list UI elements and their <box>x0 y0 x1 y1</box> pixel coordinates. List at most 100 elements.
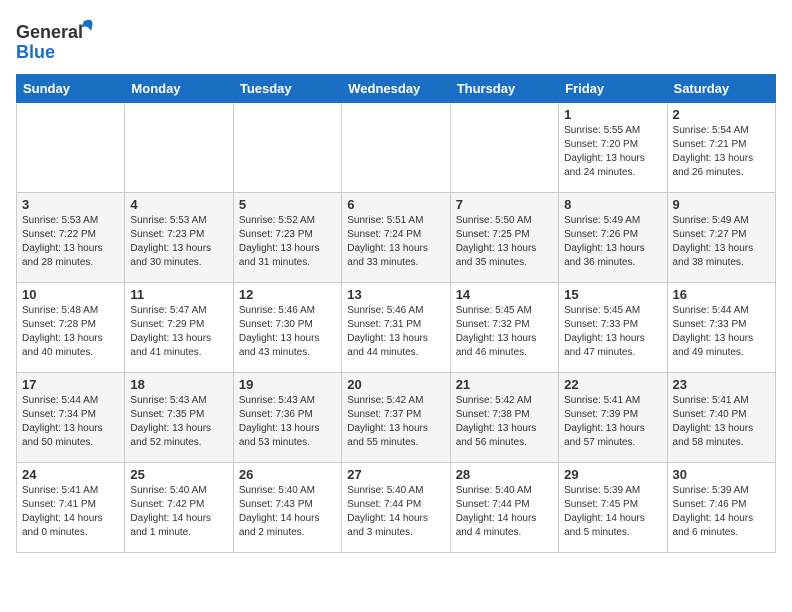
day-number: 23 <box>673 377 770 392</box>
day-number: 18 <box>130 377 227 392</box>
day-info: Sunrise: 5:49 AM Sunset: 7:27 PM Dayligh… <box>673 214 770 270</box>
calendar-week-row: 3Sunrise: 5:53 AM Sunset: 7:22 PM Daylig… <box>17 193 776 283</box>
calendar-cell: 30Sunrise: 5:39 AM Sunset: 7:46 PM Dayli… <box>667 463 775 553</box>
calendar-cell: 8 Sunrise: 5:49 AM Sunset: 7:26 PM Daylig… <box>559 193 667 283</box>
calendar-cell: 5 Sunrise: 5:52 AM Sunset: 7:23 PM Daylig… <box>233 193 341 283</box>
day-info: Sunrise: 5:45 AM Sunset: 7:33 PM Dayligh… <box>564 304 661 360</box>
calendar-cell: 27 Sunrise: 5:40 AM Sunset: 7:44 PM Dayli… <box>342 463 450 553</box>
calendar-cell: 24 Sunrise: 5:41 AM Sunset: 7:41 PM Dayli… <box>17 463 125 553</box>
calendar-table: SundayMondayTuesdayWednesdayThursdayFrid… <box>16 74 776 553</box>
day-number: 2 <box>673 107 770 122</box>
calendar-cell: 12 Sunrise: 5:46 AM Sunset: 7:30 PM Dayli… <box>233 283 341 373</box>
day-number: 19 <box>239 377 336 392</box>
day-number: 4 <box>130 197 227 212</box>
calendar-cell: 19 Sunrise: 5:43 AM Sunset: 7:36 PM Dayli… <box>233 373 341 463</box>
calendar-cell <box>450 103 558 193</box>
day-number: 21 <box>456 377 553 392</box>
logo: GeneralBlue <box>16 16 96 66</box>
day-number: 25 <box>130 467 227 482</box>
day-info: Sunrise: 5:55 AM Sunset: 7:20 PM Dayligh… <box>564 124 661 180</box>
day-info: Sunrise: 5:52 AM Sunset: 7:23 PM Dayligh… <box>239 214 336 270</box>
day-info: Sunrise: 5:40 AM Sunset: 7:43 PM Dayligh… <box>239 484 336 540</box>
day-number: 17 <box>22 377 119 392</box>
calendar-cell <box>125 103 233 193</box>
day-number: 15 <box>564 287 661 302</box>
day-info: Sunrise: 5:47 AM Sunset: 7:29 PM Dayligh… <box>130 304 227 360</box>
day-number: 27 <box>347 467 444 482</box>
weekday-header-tuesday: Tuesday <box>233 75 341 103</box>
calendar-cell: 29 Sunrise: 5:39 AM Sunset: 7:45 PM Dayli… <box>559 463 667 553</box>
day-info: Sunrise: 5:41 AM Sunset: 7:39 PM Dayligh… <box>564 394 661 450</box>
svg-text:Blue: Blue <box>16 42 55 62</box>
day-number: 5 <box>239 197 336 212</box>
day-number: 9 <box>673 197 770 212</box>
day-info: Sunrise: 5:43 AM Sunset: 7:36 PM Dayligh… <box>239 394 336 450</box>
day-info: Sunrise: 5:40 AM Sunset: 7:44 PM Dayligh… <box>347 484 444 540</box>
weekday-header-friday: Friday <box>559 75 667 103</box>
day-info: Sunrise: 5:43 AM Sunset: 7:35 PM Dayligh… <box>130 394 227 450</box>
day-info: Sunrise: 5:40 AM Sunset: 7:44 PM Dayligh… <box>456 484 553 540</box>
day-number: 14 <box>456 287 553 302</box>
calendar-cell: 18 Sunrise: 5:43 AM Sunset: 7:35 PM Dayli… <box>125 373 233 463</box>
calendar-cell: 10 Sunrise: 5:48 AM Sunset: 7:28 PM Dayli… <box>17 283 125 373</box>
calendar-week-row: 10 Sunrise: 5:48 AM Sunset: 7:28 PM Dayli… <box>17 283 776 373</box>
day-info: Sunrise: 5:50 AM Sunset: 7:25 PM Dayligh… <box>456 214 553 270</box>
day-info: Sunrise: 5:39 AM Sunset: 7:45 PM Dayligh… <box>564 484 661 540</box>
calendar-cell <box>17 103 125 193</box>
day-info: Sunrise: 5:41 AM Sunset: 7:40 PM Dayligh… <box>673 394 770 450</box>
calendar-cell <box>233 103 341 193</box>
day-number: 6 <box>347 197 444 212</box>
day-number: 11 <box>130 287 227 302</box>
day-number: 7 <box>456 197 553 212</box>
weekday-header-saturday: Saturday <box>667 75 775 103</box>
day-number: 28 <box>456 467 553 482</box>
calendar-cell: 1 Sunrise: 5:55 AM Sunset: 7:20 PM Daylig… <box>559 103 667 193</box>
day-info: Sunrise: 5:42 AM Sunset: 7:38 PM Dayligh… <box>456 394 553 450</box>
day-info: Sunrise: 5:51 AM Sunset: 7:24 PM Dayligh… <box>347 214 444 270</box>
calendar-cell: 21 Sunrise: 5:42 AM Sunset: 7:38 PM Dayli… <box>450 373 558 463</box>
page-header: GeneralBlue <box>16 16 776 66</box>
calendar-cell: 14 Sunrise: 5:45 AM Sunset: 7:32 PM Dayli… <box>450 283 558 373</box>
day-number: 20 <box>347 377 444 392</box>
weekday-header-row: SundayMondayTuesdayWednesdayThursdayFrid… <box>17 75 776 103</box>
calendar-cell: 26 Sunrise: 5:40 AM Sunset: 7:43 PM Dayli… <box>233 463 341 553</box>
calendar-week-row: 24 Sunrise: 5:41 AM Sunset: 7:41 PM Dayli… <box>17 463 776 553</box>
day-info: Sunrise: 5:48 AM Sunset: 7:28 PM Dayligh… <box>22 304 119 360</box>
day-number: 29 <box>564 467 661 482</box>
calendar-cell: 15 Sunrise: 5:45 AM Sunset: 7:33 PM Dayli… <box>559 283 667 373</box>
calendar-cell: 20 Sunrise: 5:42 AM Sunset: 7:37 PM Dayli… <box>342 373 450 463</box>
calendar-cell: 11 Sunrise: 5:47 AM Sunset: 7:29 PM Dayli… <box>125 283 233 373</box>
day-info: Sunrise: 5:54 AM Sunset: 7:21 PM Dayligh… <box>673 124 770 180</box>
day-number: 1 <box>564 107 661 122</box>
day-info: Sunrise: 5:45 AM Sunset: 7:32 PM Dayligh… <box>456 304 553 360</box>
day-info: Sunrise: 5:42 AM Sunset: 7:37 PM Dayligh… <box>347 394 444 450</box>
day-number: 10 <box>22 287 119 302</box>
logo-svg: GeneralBlue <box>16 16 96 66</box>
day-number: 16 <box>673 287 770 302</box>
calendar-cell: 2 Sunrise: 5:54 AM Sunset: 7:21 PM Daylig… <box>667 103 775 193</box>
calendar-cell: 17 Sunrise: 5:44 AM Sunset: 7:34 PM Dayli… <box>17 373 125 463</box>
svg-text:General: General <box>16 22 83 42</box>
calendar-cell: 16 Sunrise: 5:44 AM Sunset: 7:33 PM Dayli… <box>667 283 775 373</box>
calendar-week-row: 1 Sunrise: 5:55 AM Sunset: 7:20 PM Daylig… <box>17 103 776 193</box>
calendar-cell: 3Sunrise: 5:53 AM Sunset: 7:22 PM Daylig… <box>17 193 125 283</box>
day-info: Sunrise: 5:53 AM Sunset: 7:23 PM Dayligh… <box>130 214 227 270</box>
calendar-cell: 25 Sunrise: 5:40 AM Sunset: 7:42 PM Dayli… <box>125 463 233 553</box>
day-number: 12 <box>239 287 336 302</box>
day-info: Sunrise: 5:49 AM Sunset: 7:26 PM Dayligh… <box>564 214 661 270</box>
calendar-cell: 28 Sunrise: 5:40 AM Sunset: 7:44 PM Dayli… <box>450 463 558 553</box>
day-info: Sunrise: 5:40 AM Sunset: 7:42 PM Dayligh… <box>130 484 227 540</box>
day-number: 8 <box>564 197 661 212</box>
calendar-cell: 7 Sunrise: 5:50 AM Sunset: 7:25 PM Daylig… <box>450 193 558 283</box>
day-number: 24 <box>22 467 119 482</box>
day-info: Sunrise: 5:41 AM Sunset: 7:41 PM Dayligh… <box>22 484 119 540</box>
day-info: Sunrise: 5:46 AM Sunset: 7:30 PM Dayligh… <box>239 304 336 360</box>
calendar-cell: 6 Sunrise: 5:51 AM Sunset: 7:24 PM Daylig… <box>342 193 450 283</box>
calendar-cell: 4 Sunrise: 5:53 AM Sunset: 7:23 PM Daylig… <box>125 193 233 283</box>
day-info: Sunrise: 5:44 AM Sunset: 7:34 PM Dayligh… <box>22 394 119 450</box>
day-number: 26 <box>239 467 336 482</box>
day-info: Sunrise: 5:44 AM Sunset: 7:33 PM Dayligh… <box>673 304 770 360</box>
day-info: Sunrise: 5:46 AM Sunset: 7:31 PM Dayligh… <box>347 304 444 360</box>
calendar-week-row: 17 Sunrise: 5:44 AM Sunset: 7:34 PM Dayli… <box>17 373 776 463</box>
calendar-cell <box>342 103 450 193</box>
